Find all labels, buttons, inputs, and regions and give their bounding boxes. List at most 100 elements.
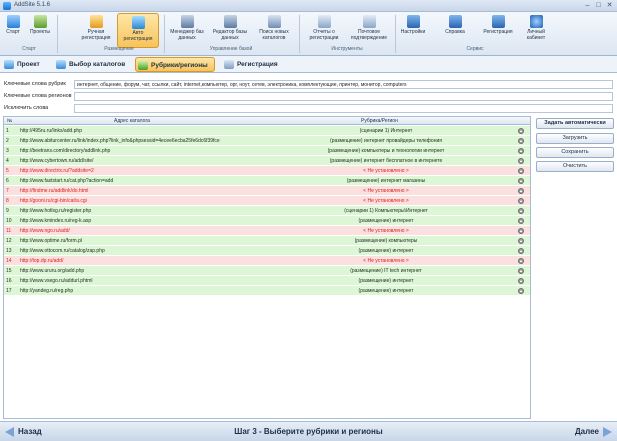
rubric-keywords-input[interactable]: интернет, общение, форум, чат, ссылки, с… xyxy=(74,80,613,89)
table-row[interactable]: 10 http://www.kmindex.ru/reg-k.asp (размещ… xyxy=(4,216,530,226)
table-row[interactable]: 9 http://www.hotlsg.ru/register.php (сцена… xyxy=(4,206,530,216)
tab-rubrics-regions[interactable]: Рубрики/регионы xyxy=(135,57,215,72)
ribbon-auto-registration-button[interactable]: Авто регистрация xyxy=(117,13,159,48)
rubric-region-cell[interactable]: (размещение) интернет xyxy=(260,286,512,296)
table-row[interactable]: 14 http://top.dp.ru/add/ < Не установлено … xyxy=(4,256,530,266)
table-row[interactable]: 4 http://www.cybertown.ru/add/site/ (разме… xyxy=(4,156,530,166)
ribbon-separator xyxy=(164,15,165,53)
table-row[interactable]: 2 http://www.abiturcenter.ru/link/index.p… xyxy=(4,136,530,146)
catalog-url: http://www.kmindex.ru/reg-k.asp xyxy=(20,218,92,224)
ribbon-account-button[interactable]: Личный кабинет xyxy=(521,13,551,48)
catalog-url: http://www.faststart.ru/cat.php?action=a… xyxy=(20,178,114,184)
auto-registration-icon xyxy=(131,16,145,29)
ribbon-start-button[interactable]: Старт xyxy=(3,13,23,48)
save-button[interactable]: Сохранить xyxy=(536,147,614,158)
tab-registration[interactable]: Регистрация xyxy=(222,57,280,72)
table-row[interactable]: 7 http://findme.ru/addlink/do.html < Не ус… xyxy=(4,186,530,196)
ribbon-projects-button[interactable]: Проекты xyxy=(27,13,53,48)
table-row[interactable]: 15 http://www.ururu.org/add.php (размещени… xyxy=(4,266,530,276)
ribbon-search-catalogs-button[interactable]: Поиск новых каталогов xyxy=(253,13,295,48)
load-button[interactable]: Загрузить xyxy=(536,133,614,144)
remove-rubric-icon[interactable] xyxy=(518,138,524,144)
table-row[interactable]: 13 http://www.ottocom.ru/catalog/zap.php (… xyxy=(4,246,530,256)
table-row[interactable]: 17 http://yandeg.ru/reg.php (размещение) и… xyxy=(4,286,530,296)
region-keywords-input[interactable] xyxy=(74,92,613,101)
remove-rubric-icon[interactable] xyxy=(518,168,524,174)
rubric-region-cell[interactable]: (размещение) IT tech интернет xyxy=(260,266,512,276)
ribbon-db-editor-button[interactable]: Редактор базы данных xyxy=(209,13,251,48)
set-automatically-button[interactable]: Задать автоматически xyxy=(536,118,614,129)
back-button[interactable]: Назад xyxy=(5,426,42,438)
exclude-words-label: Исключить слова xyxy=(4,105,49,111)
table-row[interactable]: 1 http://495ru.ru/links/add.php (сценарии … xyxy=(4,126,530,136)
rubric-region-cell[interactable]: (размещение) интернет бесплатное в интер… xyxy=(260,156,512,166)
close-button[interactable]: ✕ xyxy=(605,2,614,10)
tab-catalog-select[interactable]: Выбор каталогов xyxy=(54,57,128,72)
registration-tab-icon xyxy=(224,60,234,69)
remove-rubric-icon[interactable] xyxy=(518,258,524,264)
remove-rubric-icon[interactable] xyxy=(518,208,524,214)
rubric-region-cell[interactable]: (сценарии 1) Компьютеры\Интернет xyxy=(260,206,512,216)
table-row[interactable]: 12 http://www.optime.ru/form.pl (размещени… xyxy=(4,236,530,246)
search-catalogs-icon xyxy=(267,15,281,28)
ribbon-help-button[interactable]: Справка xyxy=(440,13,470,48)
clear-button[interactable]: Очистить xyxy=(536,161,614,172)
ribbon-mail-confirm-button[interactable]: Почтовое подтверждение xyxy=(347,13,391,48)
row-number: 9 xyxy=(6,208,9,214)
minimize-button[interactable]: – xyxy=(583,2,592,10)
rubric-region-cell[interactable]: (размещение) интернет xyxy=(260,276,512,286)
rubric-region-cell[interactable]: (размещение) интернет провайдеры телефон… xyxy=(260,136,512,146)
group-label-start: Старт xyxy=(22,46,36,52)
remove-rubric-icon[interactable] xyxy=(518,238,524,244)
row-number: 10 xyxy=(6,218,12,224)
ribbon-db-manager-button[interactable]: Менеджер баз данных xyxy=(167,13,207,48)
remove-rubric-icon[interactable] xyxy=(518,248,524,254)
row-number: 17 xyxy=(6,288,12,294)
remove-rubric-icon[interactable] xyxy=(518,148,524,154)
rubric-region-cell[interactable]: < Не установлено > xyxy=(260,256,512,266)
rubric-region-cell[interactable]: < Не установлено > xyxy=(260,196,512,206)
remove-rubric-icon[interactable] xyxy=(518,218,524,224)
remove-rubric-icon[interactable] xyxy=(518,268,524,274)
rubric-region-cell[interactable]: < Не установлено > xyxy=(260,186,512,196)
next-button[interactable]: Далее xyxy=(575,426,612,438)
rubric-region-cell[interactable]: (размещение) интернет магазины xyxy=(260,176,512,186)
remove-rubric-icon[interactable] xyxy=(518,278,524,284)
catalog-url: http://top.dp.ru/add/ xyxy=(20,258,64,264)
rubric-region-cell[interactable]: (размещение) компьютеры xyxy=(260,236,512,246)
remove-rubric-icon[interactable] xyxy=(518,198,524,204)
rubric-region-cell[interactable]: (сценарии 1) Интернет xyxy=(260,126,512,136)
exclude-words-input[interactable] xyxy=(74,104,613,113)
table-row[interactable]: 6 http://www.faststart.ru/cat.php?action=… xyxy=(4,176,530,186)
rubric-region-cell[interactable]: < Не установлено > xyxy=(260,226,512,236)
remove-rubric-icon[interactable] xyxy=(518,178,524,184)
ribbon-reports-button[interactable]: Отчеты о регистрации xyxy=(303,13,345,48)
column-header-num[interactable]: № xyxy=(7,117,12,125)
remove-rubric-icon[interactable] xyxy=(518,128,524,134)
ribbon-manual-registration-button[interactable]: Ручная регистрация xyxy=(78,13,114,48)
catalog-url: http://findme.ru/addlink/do.html xyxy=(20,188,89,194)
table-row[interactable]: 3 http://beetrans.com/directory/addlink.p… xyxy=(4,146,530,156)
remove-rubric-icon[interactable] xyxy=(518,158,524,164)
rubric-region-cell[interactable]: (размещение) интернет xyxy=(260,216,512,226)
ribbon-settings-button[interactable]: Настройки xyxy=(398,13,428,48)
rubric-region-cell[interactable]: < Не установлено > xyxy=(260,166,512,176)
tab-project[interactable]: Проект xyxy=(2,57,44,72)
table-row[interactable]: 11 http://www.ngo.ru/add/ < Не установлено… xyxy=(4,226,530,236)
rubric-region-cell[interactable]: (размещение) компьютеры и технологии инт… xyxy=(260,146,512,156)
row-number: 8 xyxy=(6,198,9,204)
column-header-url[interactable]: Адрес каталога xyxy=(114,117,150,125)
row-number: 4 xyxy=(6,158,9,164)
maximize-button[interactable]: □ xyxy=(594,2,603,10)
table-row[interactable]: 16 http://www.vsego.ru/addurl.phtml (разме… xyxy=(4,276,530,286)
table-row[interactable]: 8 http://gooni.ru/cgi-bin/cat/a.cgi < Не у… xyxy=(4,196,530,206)
column-header-rubric[interactable]: Рубрика/Регион xyxy=(361,117,398,125)
ribbon-registration-button[interactable]: Регистрация xyxy=(480,13,516,48)
row-number: 6 xyxy=(6,178,9,184)
key-icon xyxy=(491,15,505,28)
table-row[interactable]: 5 http://www.directrix.ru/?addsite=2 < Не … xyxy=(4,166,530,176)
rubric-region-cell[interactable]: (размещение) интернет xyxy=(260,246,512,256)
remove-rubric-icon[interactable] xyxy=(518,228,524,234)
remove-rubric-icon[interactable] xyxy=(518,188,524,194)
remove-rubric-icon[interactable] xyxy=(518,288,524,294)
